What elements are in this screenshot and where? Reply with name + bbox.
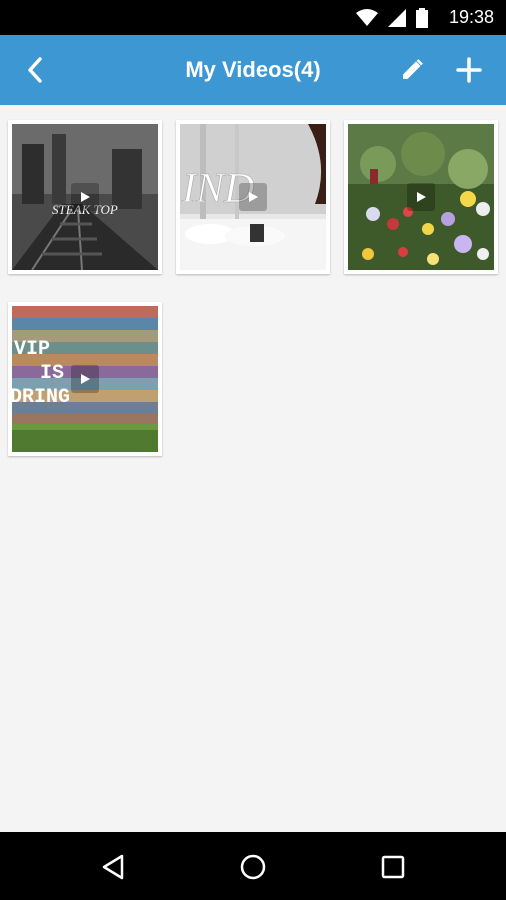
add-video-button[interactable] — [452, 53, 486, 87]
signal-icon — [388, 9, 406, 31]
video-tile-1[interactable]: STEAK TOP — [8, 120, 162, 274]
video-tile-3[interactable] — [344, 120, 498, 274]
nav-back-button[interactable] — [96, 850, 130, 884]
square-recents-icon — [381, 855, 405, 879]
pencil-icon — [403, 59, 423, 79]
play-icon — [407, 183, 435, 211]
circle-home-icon — [240, 854, 266, 880]
svg-text:IS: IS — [40, 362, 64, 385]
edit-button[interactable] — [395, 53, 429, 87]
triangle-back-icon — [102, 854, 124, 880]
nav-recents-button[interactable] — [376, 850, 410, 884]
status-time: 19:38 — [448, 7, 494, 27]
play-icon — [71, 365, 99, 393]
play-icon — [239, 183, 267, 211]
play-icon — [71, 183, 99, 211]
status-bar: 19:38 — [0, 0, 506, 35]
thumb-text: VIP — [14, 338, 50, 361]
system-nav-bar — [0, 832, 506, 900]
plus-icon — [456, 57, 482, 83]
app-bar: My Videos(4) — [0, 35, 506, 105]
video-tile-4[interactable]: VIP IS DRING — [8, 302, 162, 456]
nav-home-button[interactable] — [236, 850, 270, 884]
wifi-icon — [356, 9, 378, 31]
battery-icon — [416, 8, 428, 32]
status-icons — [356, 8, 428, 32]
svg-text:DRING: DRING — [12, 386, 70, 409]
page-title: My Videos(4) — [185, 57, 321, 82]
video-tile-2[interactable]: IND — [176, 120, 330, 274]
